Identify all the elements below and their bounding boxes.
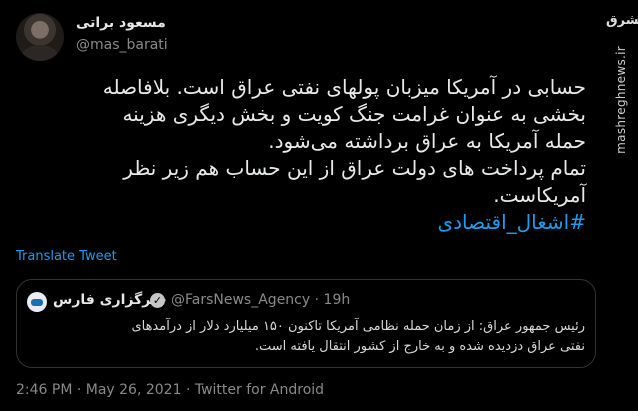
fars-news-logo [27,292,47,312]
tweet-line: تمام پرداخت های دولت عراق از این حساب هم… [123,156,586,180]
quote-text: رئیس جمهور عراق: از زمان حمله نظامی آمری… [27,317,585,357]
tweet-card: مسعود براتی @mas_barati حسابی در آمریکا … [0,0,600,411]
tweet-line: حسابی در آمریکا میزبان پولهای نفتی عراق … [102,75,586,99]
author-avatar[interactable] [16,13,64,61]
tweet-line: آمریکاست. [493,183,586,207]
quoted-tweet[interactable]: خبرگزاری فارس ✓ @FarsNews_Agency · 19h ر… [16,279,596,368]
author-handle[interactable]: @mas_barati [76,37,168,53]
author-name[interactable]: مسعود براتی [76,15,166,31]
quote-line: نفتی عراق دزدیده شده و به خارج از کشور ا… [254,339,585,354]
meta-separator: · [314,292,320,308]
watermark-site: mashreghnews.ir [614,46,628,154]
tweet-line: حمله آمریکا به عراق برداشته می‌شود. [268,129,586,153]
quote-author-handle: @FarsNews_Agency [171,292,311,308]
watermark: مشرق mashreghnews.ir [600,0,638,411]
tweet-text: حسابی در آمریکا میزبان پولهای نفتی عراق … [16,74,586,236]
tweet-timestamp[interactable]: 2:46 PM · May 26, 2021 · Twitter for And… [16,382,324,398]
mashregh-logo: مشرق [606,13,638,28]
quote-time: 19h [323,292,351,308]
quote-meta: @FarsNews_Agency · 19h [171,292,350,308]
translate-tweet-link[interactable]: Translate Tweet [16,249,117,264]
hashtag-link[interactable]: #اشغال_اقتصادی [438,210,587,234]
tweet-line: بخشی به عنوان غرامت جنگ کویت و بخش دیگری… [122,102,586,126]
verified-badge-icon: ✓ [150,293,165,308]
quote-line: رئیس جمهور عراق: از زمان حمله نظامی آمری… [131,319,585,334]
